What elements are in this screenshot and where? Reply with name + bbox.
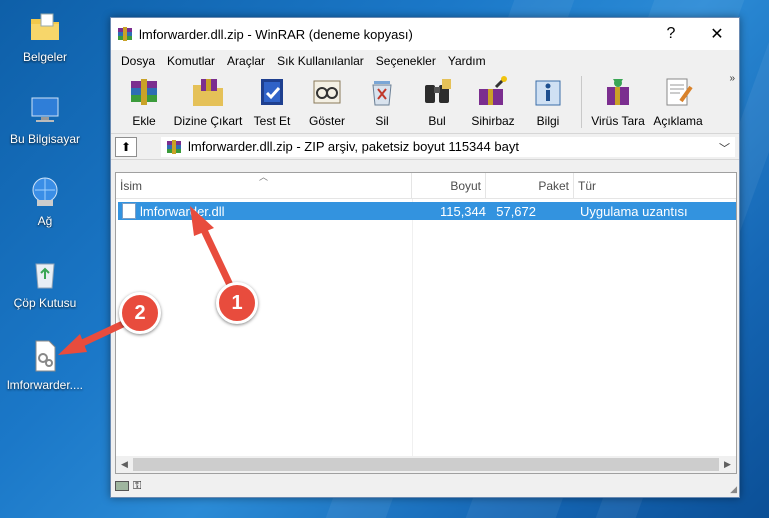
annotation-badge-2: 2 (119, 292, 161, 334)
annotation-badge-1: 1 (216, 282, 258, 324)
annotation-arrows (58, 206, 234, 355)
